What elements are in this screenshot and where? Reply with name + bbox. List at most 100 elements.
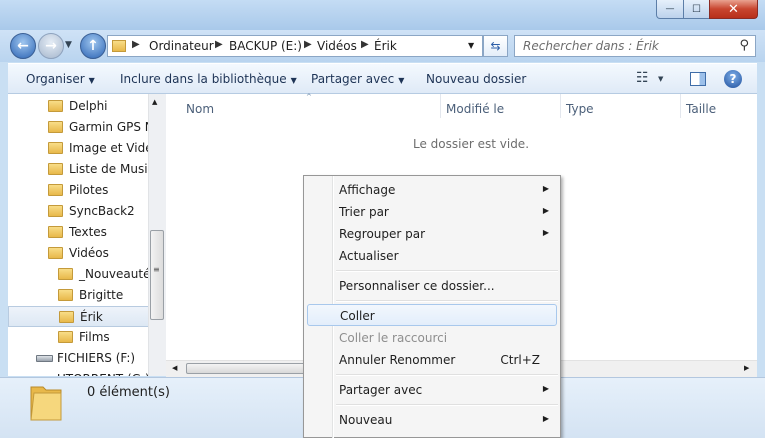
folder-icon	[48, 121, 63, 133]
maximize-button[interactable]: ☐	[683, 0, 710, 19]
folder-icon	[58, 289, 73, 301]
menu-item-label: Regrouper par	[339, 227, 426, 241]
menu-separator	[336, 404, 558, 406]
forward-button[interactable]: →	[38, 33, 64, 59]
context-menu: Affichage ▶ Trier par ▶ Regrouper par ▶ Act…	[303, 175, 561, 438]
scroll-right-icon[interactable]: ▶	[744, 364, 749, 372]
minimize-button[interactable]: —	[656, 0, 684, 19]
breadcrumb-videos[interactable]: Vidéos	[317, 39, 357, 53]
scrollbar-thumb[interactable]	[186, 363, 316, 374]
tree-item[interactable]: Vidéos	[8, 243, 156, 264]
column-divider[interactable]	[560, 94, 561, 118]
up-button[interactable]: ↑	[80, 33, 106, 59]
organize-button[interactable]: Organiser ▼	[26, 72, 95, 86]
item-count: 0 élément(s)	[87, 385, 170, 400]
tree-item-label: Vidéos	[69, 246, 109, 260]
tree-item-label: Textes	[69, 225, 107, 239]
tree-item[interactable]: Textes	[8, 222, 156, 243]
recent-pages-button[interactable]: ▼	[65, 40, 72, 50]
scroll-left-icon[interactable]: ◀	[172, 364, 177, 372]
folder-icon	[58, 268, 73, 280]
menu-item-paste[interactable]: Coller	[307, 304, 557, 326]
menu-item-sort[interactable]: Trier par ▶	[307, 201, 557, 223]
tree-item[interactable]: Garmin GPS NU	[8, 117, 163, 138]
menu-item-new[interactable]: Nouveau ▶	[307, 409, 557, 431]
tree-item-label: SyncBack2	[69, 204, 135, 218]
breadcrumb-separator-icon[interactable]: ▶	[132, 39, 140, 50]
column-divider[interactable]	[680, 94, 681, 118]
breadcrumb-backup[interactable]: BACKUP (E:)	[229, 39, 302, 53]
back-button[interactable]: ←	[10, 33, 36, 59]
menu-item-refresh[interactable]: Actualiser	[307, 245, 557, 267]
tree-item-label: Pilotes	[69, 183, 109, 197]
submenu-arrow-icon: ▶	[542, 206, 549, 215]
drive-icon	[36, 355, 53, 362]
folder-icon	[112, 40, 126, 52]
tree-item-label: _Nouveautés	[79, 267, 157, 281]
close-button[interactable]: ✕	[709, 0, 758, 19]
tree-item[interactable]: Liste de Musiqu	[8, 159, 163, 180]
column-header-name[interactable]: Nom	[186, 102, 214, 116]
menu-item-view[interactable]: Affichage ▶	[307, 179, 557, 201]
search-input[interactable]: Rechercher dans : Érik ⚲	[514, 35, 756, 57]
column-divider[interactable]	[440, 94, 441, 118]
breadcrumb-erik[interactable]: Érik	[374, 39, 397, 53]
tree-item-label: FICHIERS (F:)	[57, 351, 136, 365]
sort-indicator-icon: ^	[306, 93, 312, 101]
menu-item-label: Personnaliser ce dossier...	[339, 279, 495, 293]
menu-item-customize[interactable]: Personnaliser ce dossier...	[307, 275, 557, 297]
address-dropdown-icon[interactable]: ▼	[468, 41, 474, 50]
search-placeholder: Rechercher dans : Érik	[523, 39, 659, 53]
tree-item[interactable]: Films	[8, 327, 156, 348]
arrow-left-icon: ←	[17, 38, 29, 54]
tree-item[interactable]: Érik	[8, 306, 156, 327]
maximize-icon: ☐	[692, 3, 701, 15]
breadcrumb-separator-icon[interactable]: ▶	[215, 39, 223, 50]
tree-item-label: Films	[79, 330, 110, 344]
chevron-down-icon[interactable]: ▼	[658, 75, 663, 83]
scrollbar-thumb[interactable]: ≡	[150, 230, 164, 320]
grip-icon: ≡	[153, 265, 160, 274]
refresh-button[interactable]: ⇆	[483, 35, 508, 57]
column-header-type[interactable]: Type	[566, 102, 594, 116]
tree-item[interactable]: _Nouveautés	[8, 264, 157, 285]
organize-label: Organiser	[26, 72, 85, 86]
scroll-up-icon[interactable]: ▲	[152, 98, 157, 106]
view-options-icon[interactable]: ☷	[636, 70, 649, 86]
breadcrumb-separator-icon[interactable]: ▶	[361, 39, 369, 50]
column-header-modified[interactable]: Modifié le	[446, 102, 504, 116]
folder-icon	[48, 247, 63, 259]
tree-item[interactable]: Brigitte	[8, 285, 156, 306]
menu-item-label: Coller le raccourci	[339, 331, 448, 345]
tree-item[interactable]: UTORRENT (G:)	[8, 369, 156, 376]
title-bar	[0, 0, 765, 30]
tree-item[interactable]: FICHIERS (F:)	[8, 348, 156, 369]
tree-item[interactable]: Image et Vidéo	[8, 138, 160, 159]
menu-item-paste-shortcut[interactable]: Coller le raccourci	[307, 327, 557, 349]
share-with-button[interactable]: Partager avec ▼	[311, 72, 404, 86]
column-header-size[interactable]: Taille	[686, 102, 716, 116]
menu-item-group[interactable]: Regrouper par ▶	[307, 223, 557, 245]
tree-item[interactable]: Pilotes	[8, 180, 156, 201]
help-icon[interactable]: ?	[724, 70, 742, 88]
include-library-label: Inclure dans la bibliothèque	[120, 72, 287, 86]
menu-item-share[interactable]: Partager avec ▶	[307, 379, 557, 401]
search-icon[interactable]: ⚲	[739, 38, 749, 53]
menu-separator	[336, 374, 558, 376]
address-bar[interactable]: ▶ Ordinateur ▶ BACKUP (E:) ▶ Vidéos ▶ Ér…	[107, 35, 483, 57]
folder-icon	[48, 100, 63, 112]
breadcrumb-separator-icon[interactable]: ▶	[304, 39, 312, 50]
tree-item[interactable]: SyncBack2	[8, 201, 156, 222]
breadcrumb-ordinateur[interactable]: Ordinateur	[149, 39, 214, 53]
submenu-arrow-icon: ▶	[542, 414, 549, 423]
new-folder-button[interactable]: Nouveau dossier	[426, 72, 526, 86]
preview-pane-icon[interactable]	[690, 72, 706, 86]
folder-icon	[58, 331, 73, 343]
arrow-up-icon: ↑	[87, 38, 99, 54]
chevron-down-icon: ▼	[65, 40, 72, 50]
menu-item-undo[interactable]: Annuler Renommer Ctrl+Z	[307, 349, 557, 371]
tree-item[interactable]: Delphi	[8, 96, 156, 117]
menu-item-label: Trier par	[339, 205, 389, 219]
include-library-button[interactable]: Inclure dans la bibliothèque ▼	[120, 72, 297, 86]
refresh-icon: ⇆	[490, 39, 501, 53]
